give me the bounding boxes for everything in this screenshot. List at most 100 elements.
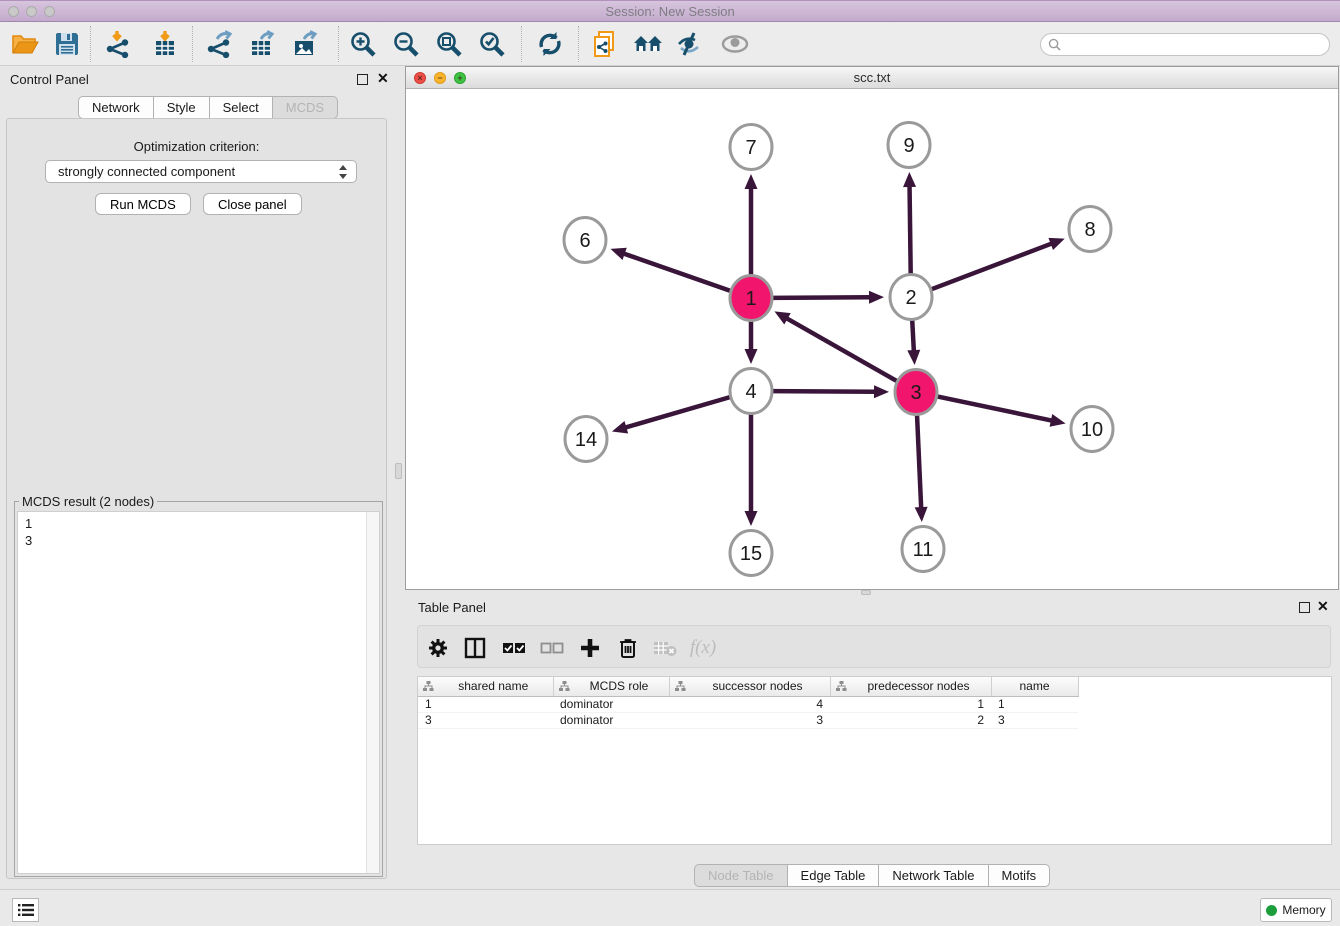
graph-edge-2-3[interactable] [912,318,914,352]
table-cell[interactable]: 3 [991,712,1078,728]
tab-node-table[interactable]: Node Table [694,864,788,887]
apply-layout-button[interactable] [531,27,569,61]
graph-node-8[interactable]: 8 [1069,207,1111,252]
graph-edge-4-3[interactable] [772,391,876,392]
graph-node-1[interactable]: 1 [730,276,772,321]
zoom-selected-icon [478,30,506,58]
delete-table-button[interactable] [650,634,680,662]
network-window-titlebar: × − + scc.txt [406,67,1338,89]
delete-column-button[interactable] [613,634,643,662]
graph-edge-2-8[interactable] [931,243,1053,289]
table-cell[interactable]: 3 [669,712,830,728]
table-cell[interactable]: dominator [553,696,669,712]
memory-button[interactable]: Memory [1260,898,1332,922]
control-panel-close-button[interactable]: ✕ [377,73,389,84]
graph-edge-1-2[interactable] [772,297,871,298]
edge-arrowhead [1050,414,1066,427]
graph-node-3[interactable]: 3 [895,370,937,415]
import-network-button[interactable] [99,27,137,61]
export-table-button[interactable] [243,27,281,61]
show-all-button[interactable] [716,27,754,61]
table-row[interactable]: 1dominator411 [418,696,1078,712]
select-all-button[interactable] [499,634,529,662]
zoom-fit-icon [435,30,463,58]
close-panel-button[interactable]: Close panel [203,193,302,215]
tab-select[interactable]: Select [210,96,273,119]
graph-node-7[interactable]: 7 [730,125,772,170]
clone-network-button[interactable] [586,27,624,61]
window-title: Session: New Session [0,4,1340,19]
vertical-splitter-handle[interactable] [395,463,402,479]
table-cell[interactable]: 1 [991,696,1078,712]
import-network-icon [104,30,132,58]
mcds-result-textarea[interactable]: 13 [17,511,380,874]
column-header-successor-nodes[interactable]: successor nodes [669,677,830,696]
show-all-icon [720,32,750,56]
tab-mcds[interactable]: MCDS [273,96,338,119]
save-session-button[interactable] [48,27,86,61]
network-canvas[interactable]: 7 9 6 8 1 2 4 3 14 10 15 11 [406,89,1338,590]
tab-network[interactable]: Network [78,96,154,119]
node-label: 1 [745,288,756,310]
table-panel-float-button[interactable] [1299,601,1310,616]
horizontal-splitter-handle[interactable] [861,590,871,595]
table-settings-button[interactable] [423,634,453,662]
graph-node-9[interactable]: 9 [888,123,930,168]
tab-network-table[interactable]: Network Table [879,864,988,887]
hide-selected-button[interactable] [672,27,710,61]
table-cell[interactable]: 2 [830,712,991,728]
control-panel-float-button[interactable] [357,73,368,88]
graph-edge-4-14[interactable] [624,397,730,428]
table-cell[interactable]: 3 [418,712,553,728]
graph-node-14[interactable]: 14 [565,417,607,462]
graph-node-11[interactable]: 11 [902,527,944,572]
column-header-name[interactable]: name [991,677,1078,696]
tab-motifs[interactable]: Motifs [989,864,1051,887]
zoom-selected-button[interactable] [473,27,511,61]
export-network-button[interactable] [200,27,238,61]
table-panel-close-button[interactable]: ✕ [1317,601,1329,612]
delete-table-icon [653,639,677,657]
graph-edge-3-11[interactable] [917,413,921,509]
table-row[interactable]: 3dominator323 [418,712,1078,728]
graph-edge-3-10[interactable] [937,396,1053,420]
graph-node-4[interactable]: 4 [730,369,772,414]
deselect-all-button[interactable] [537,634,567,662]
column-header-shared-name[interactable]: shared name [418,677,553,696]
column-header-predecessor-nodes[interactable]: predecessor nodes [830,677,991,696]
search-field[interactable] [1040,33,1330,56]
task-history-button[interactable] [12,898,39,922]
add-column-button[interactable] [575,634,605,662]
run-mcds-button[interactable]: Run MCDS [95,193,191,215]
table-cell[interactable]: 1 [418,696,553,712]
column-attribute-icon [423,681,434,692]
table-cell[interactable]: 1 [830,696,991,712]
zoom-out-button[interactable] [387,27,425,61]
graph-node-6[interactable]: 6 [564,218,606,263]
search-input[interactable] [1065,36,1329,54]
criterion-select[interactable]: strongly connected component [45,160,357,183]
result-scrollbar[interactable] [366,512,379,873]
graph-node-15[interactable]: 15 [730,531,772,576]
tab-style[interactable]: Style [154,96,210,119]
table-cell[interactable]: 4 [669,696,830,712]
export-image-button[interactable] [286,27,324,61]
search-icon [1048,38,1061,51]
graph-node-2[interactable]: 2 [890,275,932,320]
graph-node-10[interactable]: 10 [1071,407,1113,452]
node-label: 8 [1084,219,1095,241]
graph-edge-3-1[interactable] [786,318,898,382]
zoom-fit-button[interactable] [430,27,468,61]
function-builder-button[interactable]: f(x) [688,634,718,662]
table-cell[interactable]: dominator [553,712,669,728]
show-columns-button[interactable] [460,634,490,662]
graph-edge-1-6[interactable] [623,253,731,291]
graph-edge-2-9[interactable] [910,185,911,276]
zoom-in-button[interactable] [344,27,382,61]
tab-edge-table[interactable]: Edge Table [788,864,880,887]
import-table-button[interactable] [146,27,184,61]
first-neighbors-icon [632,31,664,57]
column-header-MCDS-role[interactable]: MCDS role [553,677,669,696]
open-file-button[interactable] [6,27,44,61]
first-neighbors-button[interactable] [629,27,667,61]
